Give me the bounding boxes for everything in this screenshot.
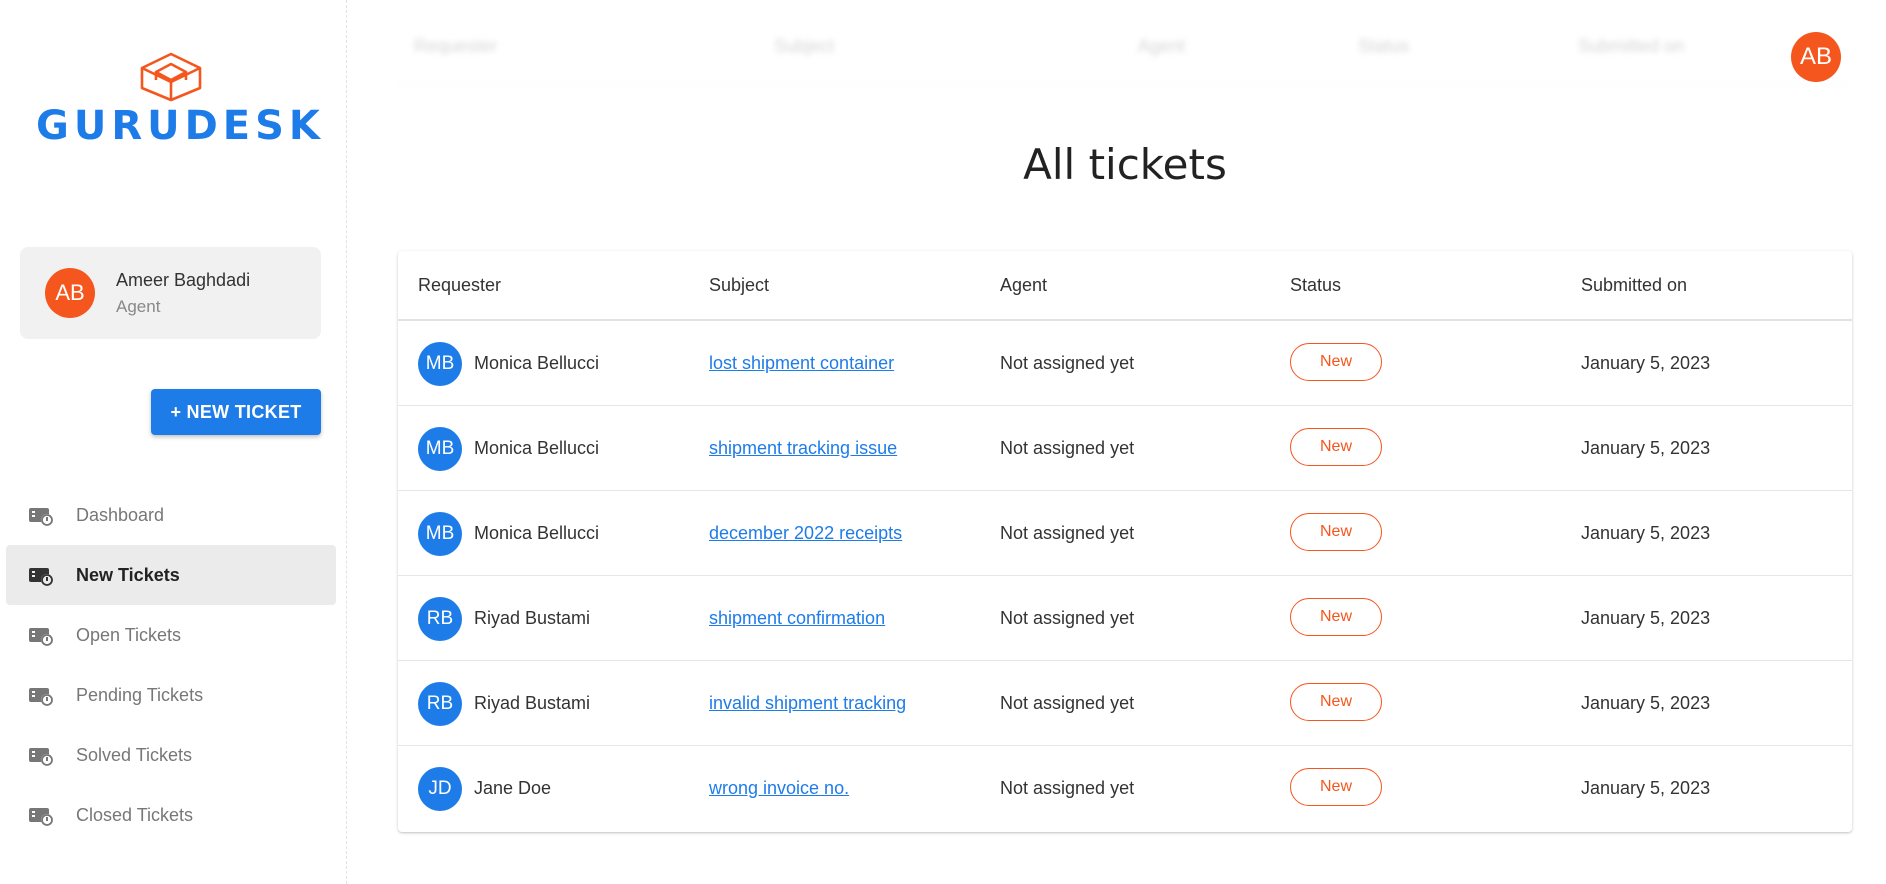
sidebar: GURUDESK AB Ameer Baghdadi Agent + NEW T… xyxy=(0,0,347,884)
submitted-date: January 5, 2023 xyxy=(1581,353,1711,373)
sidebar-nav: Dashboard New Tickets Open Tickets Pendi… xyxy=(6,485,336,845)
brand-name: GURUDESK xyxy=(36,103,325,149)
table-row[interactable]: JD Jane Doe wrong invoice no. Not assign… xyxy=(398,746,1852,831)
subject-link[interactable]: lost shipment container xyxy=(709,353,894,374)
ghost-col-agent: Agent xyxy=(1138,36,1186,56)
new-ticket-button[interactable]: + NEW TICKET xyxy=(151,389,321,435)
submitted-date: January 5, 2023 xyxy=(1581,523,1711,543)
table-row[interactable]: MB Monica Bellucci december 2022 receipt… xyxy=(398,491,1852,576)
agent-cell: Not assigned yet xyxy=(1000,608,1135,628)
ticket-icon xyxy=(29,808,53,826)
submitted-date: January 5, 2023 xyxy=(1581,608,1711,628)
user-card: AB Ameer Baghdadi Agent xyxy=(20,247,321,339)
submitted-date: January 5, 2023 xyxy=(1581,438,1711,458)
column-header-submitted-on[interactable]: Submitted on xyxy=(1581,275,1687,296)
sidebar-item-open-tickets[interactable]: Open Tickets xyxy=(6,605,336,665)
ticket-icon xyxy=(29,628,53,646)
sidebar-item-solved-tickets[interactable]: Solved Tickets xyxy=(6,725,336,785)
isometric-cube-icon xyxy=(140,52,202,102)
status-badge[interactable]: New xyxy=(1290,513,1382,551)
sidebar-item-label: Pending Tickets xyxy=(76,684,204,705)
ticket-icon xyxy=(29,748,53,766)
requester-name: Monica Bellucci xyxy=(474,438,600,458)
sidebar-item-label: Solved Tickets xyxy=(76,744,193,765)
column-header-agent[interactable]: Agent xyxy=(1000,275,1047,296)
agent-cell: Not assigned yet xyxy=(1000,438,1135,458)
table-row[interactable]: RB Riyad Bustami invalid shipment tracki… xyxy=(398,661,1852,746)
table-row[interactable]: MB Monica Bellucci shipment tracking iss… xyxy=(398,406,1852,491)
requester-avatar: MB xyxy=(418,427,462,471)
sidebar-item-closed-tickets[interactable]: Closed Tickets xyxy=(6,785,336,845)
sidebar-item-new-tickets[interactable]: New Tickets xyxy=(6,545,336,605)
sidebar-item-pending-tickets[interactable]: Pending Tickets xyxy=(6,665,336,725)
ticket-icon xyxy=(29,688,53,706)
subject-link[interactable]: shipment confirmation xyxy=(709,608,885,629)
requester-name: Riyad Bustami xyxy=(474,608,591,628)
ticket-icon xyxy=(29,568,53,586)
agent-cell: Not assigned yet xyxy=(1000,778,1135,798)
sticky-header-ghost: Requester Subject Agent Status Submitted… xyxy=(398,24,1848,85)
column-header-subject[interactable]: Subject xyxy=(709,275,769,296)
sidebar-item-dashboard[interactable]: Dashboard xyxy=(6,485,336,545)
subject-link[interactable]: shipment tracking issue xyxy=(709,438,897,459)
account-avatar[interactable]: AB xyxy=(1791,32,1841,82)
table-row[interactable]: MB Monica Bellucci lost shipment contain… xyxy=(398,321,1852,406)
subject-link[interactable]: wrong invoice no. xyxy=(709,778,849,799)
submitted-date: January 5, 2023 xyxy=(1581,778,1711,798)
status-badge[interactable]: New xyxy=(1290,768,1382,806)
status-badge[interactable]: New xyxy=(1290,428,1382,466)
column-header-requester[interactable]: Requester xyxy=(418,275,501,296)
requester-name: Riyad Bustami xyxy=(474,693,591,713)
ticket-icon xyxy=(29,508,53,526)
sidebar-item-label: Dashboard xyxy=(76,504,165,525)
user-avatar[interactable]: AB xyxy=(45,268,95,318)
ghost-col-status: Status xyxy=(1358,36,1410,56)
agent-cell: Not assigned yet xyxy=(1000,523,1135,543)
sidebar-item-label: New Tickets xyxy=(76,564,180,585)
agent-cell: Not assigned yet xyxy=(1000,693,1135,713)
column-header-status[interactable]: Status xyxy=(1290,275,1341,296)
submitted-date: January 5, 2023 xyxy=(1581,693,1711,713)
requester-name: Jane Doe xyxy=(474,778,552,798)
status-badge[interactable]: New xyxy=(1290,683,1382,721)
tickets-table: Requester Subject Agent Status Submitted… xyxy=(398,251,1852,832)
sidebar-item-label: Closed Tickets xyxy=(76,804,194,825)
requester-avatar: MB xyxy=(418,512,462,556)
subject-link[interactable]: december 2022 receipts xyxy=(709,523,902,544)
brand-logo[interactable]: GURUDESK xyxy=(36,52,325,149)
requester-name: Monica Bellucci xyxy=(474,353,600,373)
agent-cell: Not assigned yet xyxy=(1000,353,1135,373)
ghost-col-subject: Subject xyxy=(774,36,835,56)
requester-avatar: MB xyxy=(418,342,462,386)
user-role: Agent xyxy=(116,297,161,316)
requester-avatar: RB xyxy=(418,682,462,726)
ghost-col-requester: Requester xyxy=(414,36,498,56)
requester-name: Monica Bellucci xyxy=(474,523,600,543)
requester-avatar: JD xyxy=(418,767,462,811)
table-header: Requester Subject Agent Status Submitted… xyxy=(398,251,1852,321)
table-row[interactable]: RB Riyad Bustami shipment confirmation N… xyxy=(398,576,1852,661)
requester-avatar: RB xyxy=(418,597,462,641)
sidebar-item-label: Open Tickets xyxy=(76,624,182,645)
ghost-col-submitted: Submitted on xyxy=(1578,36,1685,56)
subject-link[interactable]: invalid shipment tracking xyxy=(709,693,906,714)
user-name: Ameer Baghdadi xyxy=(116,270,251,290)
status-badge[interactable]: New xyxy=(1290,343,1382,381)
status-badge[interactable]: New xyxy=(1290,598,1382,636)
page-title: All tickets xyxy=(1023,140,1227,189)
